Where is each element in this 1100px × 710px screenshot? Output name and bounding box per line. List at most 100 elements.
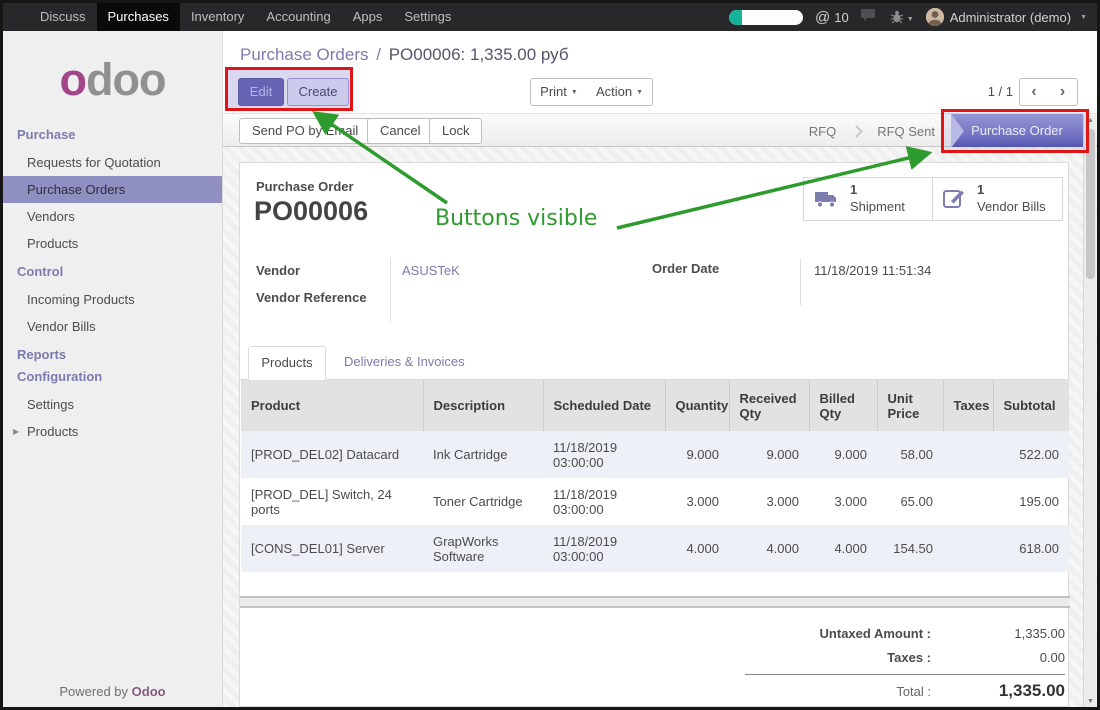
vendor-reference-label: Vendor Reference (256, 290, 367, 305)
sidebar-item-incoming-products[interactable]: Incoming Products (3, 286, 222, 313)
status-rfq-sent[interactable]: RFQ Sent (863, 124, 949, 139)
sidebar-item-purchase-orders[interactable]: Purchase Orders (3, 176, 222, 203)
sidebar-item-config-products[interactable]: ▶ Products (3, 418, 222, 445)
col-scheduled-date[interactable]: Scheduled Date (543, 380, 665, 431)
form-statusbar: Send PO by Email Cancel Lock RFQ RFQ Sen… (223, 113, 1097, 147)
vendor-bills-stat-button[interactable]: 1Vendor Bills (933, 177, 1063, 221)
col-billed-qty[interactable]: Billed Qty (809, 380, 877, 431)
sidebar-item-products[interactable]: Products (3, 230, 222, 257)
breadcrumb-parent[interactable]: Purchase Orders (240, 45, 369, 64)
action-dropdown[interactable]: Action▼ (587, 78, 653, 106)
cell-taxes (943, 431, 993, 478)
nav-inventory[interactable]: Inventory (180, 3, 255, 31)
mention-icon: @ (815, 9, 830, 26)
untaxed-amount-label: Untaxed Amount : (700, 626, 955, 641)
totals-divider (745, 674, 1065, 675)
cell-unit-price: 58.00 (877, 431, 943, 478)
nav-settings[interactable]: Settings (393, 3, 462, 31)
table-row[interactable]: [CONS_DEL01] Server GrapWorks Software 1… (241, 525, 1069, 572)
sidebar-item-requests-for-quotation[interactable]: Requests for Quotation (3, 149, 222, 176)
sidebar-section-reports[interactable]: Reports (3, 340, 222, 369)
expander-icon[interactable]: ▶ (13, 427, 19, 436)
vertical-scrollbar[interactable]: ▲ ▼ (1083, 115, 1096, 707)
table-header-row: Product Description Scheduled Date Quant… (241, 380, 1069, 431)
user-menu[interactable]: Administrator (demo) ▼ (926, 8, 1087, 26)
horizontal-scrollbar[interactable] (240, 596, 1070, 608)
debug-menu[interactable]: ▼ (890, 8, 914, 26)
cell-product: [PROD_DEL] Switch, 24 ports (241, 478, 423, 525)
col-taxes[interactable]: Taxes (943, 380, 993, 431)
action-label: Action (596, 84, 632, 99)
field-separator (390, 259, 391, 321)
cell-product: [PROD_DEL02] Datacard (241, 431, 423, 478)
col-subtotal[interactable]: Subtotal (993, 380, 1069, 431)
col-unit-price[interactable]: Unit Price (877, 380, 943, 431)
create-button[interactable]: Create (287, 78, 349, 106)
col-product[interactable]: Product (241, 380, 423, 431)
truck-icon (814, 189, 840, 209)
scrollbar-thumb[interactable] (1086, 129, 1095, 279)
avatar (926, 8, 944, 26)
sidebar-item-vendor-bills[interactable]: Vendor Bills (3, 313, 222, 340)
cell-unit-price: 154.50 (877, 525, 943, 572)
cell-received-qty: 4.000 (729, 525, 809, 572)
order-date-value: 11/18/2019 11:51:34 (814, 263, 931, 278)
messages-icon[interactable] (861, 8, 878, 27)
col-quantity[interactable]: Quantity (665, 380, 729, 431)
pager-previous-button[interactable]: ‹ (1019, 78, 1049, 106)
shipment-count: 1 (850, 182, 905, 199)
cell-product: [CONS_DEL01] Server (241, 525, 423, 572)
nav-purchases[interactable]: Purchases (97, 3, 180, 31)
total-label: Total : (700, 684, 955, 699)
status-rfq[interactable]: RFQ (795, 124, 850, 139)
sidebar-item-vendors[interactable]: Vendors (3, 203, 222, 230)
cell-taxes (943, 478, 993, 525)
mention-counter[interactable]: @ 10 (815, 9, 849, 26)
sidebar-item-label: Products (27, 424, 78, 439)
mention-count: 10 (834, 10, 848, 25)
vendor-value[interactable]: ASUSTeK (402, 263, 460, 278)
col-received-qty[interactable]: Received Qty (729, 380, 809, 431)
cancel-button[interactable]: Cancel (367, 118, 433, 144)
nav-discuss[interactable]: Discuss (29, 3, 97, 31)
tab-deliveries-invoices[interactable]: Deliveries & Invoices (344, 346, 465, 380)
cell-scheduled-date: 11/18/2019 03:00:00 (543, 525, 665, 572)
app-sidebar: odoo Purchase Requests for Quotation Pur… (3, 31, 223, 707)
cell-unit-price: 65.00 (877, 478, 943, 525)
cell-quantity: 9.000 (665, 431, 729, 478)
lock-button[interactable]: Lock (429, 118, 482, 144)
powered-by: Powered by Odoo (3, 684, 222, 699)
form-sheet: Purchase Order PO00006 1Shipment 1Vendor… (239, 162, 1069, 707)
chevron-down-icon: ▼ (571, 89, 578, 96)
sidebar-section-purchase: Purchase (3, 120, 222, 149)
send-po-by-email-button[interactable]: Send PO by Email (239, 118, 371, 144)
table-row[interactable]: [PROD_DEL02] Datacard Ink Cartridge 11/1… (241, 431, 1069, 478)
chevron-down-icon: ▼ (907, 16, 914, 23)
cell-scheduled-date: 11/18/2019 03:00:00 (543, 431, 665, 478)
sidebar-item-settings[interactable]: Settings (3, 391, 222, 418)
nav-accounting[interactable]: Accounting (255, 3, 341, 31)
sidebar-section-control: Control (3, 257, 222, 286)
cell-scheduled-date: 11/18/2019 03:00:00 (543, 478, 665, 525)
pager-next-button[interactable]: › (1048, 78, 1078, 106)
scroll-up-icon[interactable]: ▲ (1084, 117, 1097, 124)
odoo-brand-link[interactable]: Odoo (132, 684, 166, 699)
nav-apps[interactable]: Apps (342, 3, 394, 31)
col-description[interactable]: Description (423, 380, 543, 431)
powered-by-text: Powered by (59, 684, 128, 699)
cell-subtotal: 195.00 (993, 478, 1069, 525)
total-value: 1,335.00 (955, 681, 1065, 701)
table-row[interactable]: [PROD_DEL] Switch, 24 ports Toner Cartri… (241, 478, 1069, 525)
form-view: Purchase Order PO00006 1Shipment 1Vendor… (223, 147, 1097, 707)
timer-progress (729, 10, 742, 25)
cell-billed-qty: 4.000 (809, 525, 877, 572)
print-dropdown[interactable]: Print▼ (530, 78, 588, 106)
shipment-stat-button[interactable]: 1Shipment (803, 177, 933, 221)
odoo-app: Discuss Purchases Inventory Accounting A… (3, 3, 1097, 707)
scroll-down-icon[interactable]: ▼ (1084, 698, 1097, 705)
status-purchase-order[interactable]: Purchase Order (951, 114, 1083, 148)
tab-products[interactable]: Products (248, 346, 326, 380)
edit-button[interactable]: Edit (238, 78, 284, 106)
bug-icon (890, 10, 904, 24)
edit-note-icon (943, 188, 967, 210)
